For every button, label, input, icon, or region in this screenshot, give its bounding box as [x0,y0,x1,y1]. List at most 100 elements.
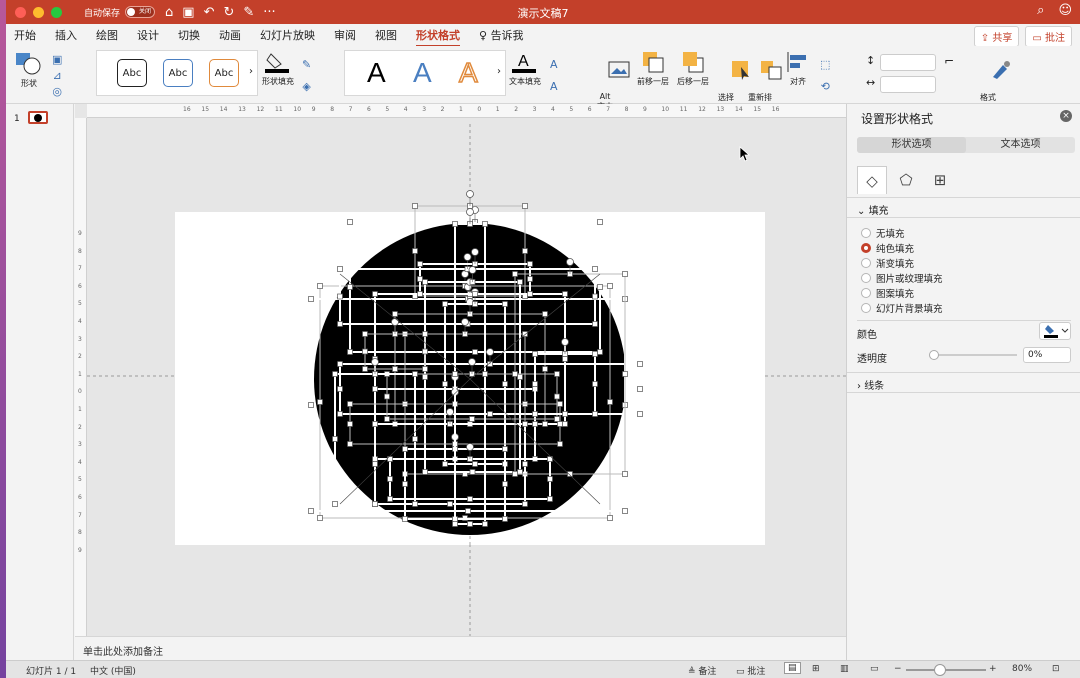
resize-handle[interactable] [347,421,353,427]
resize-handle[interactable] [592,293,598,300]
slide-canvas[interactable] [75,104,846,636]
zoom-handle[interactable] [934,664,946,676]
resize-handle[interactable] [472,349,478,355]
resize-handle[interactable] [337,266,343,272]
resize-handle[interactable] [487,411,493,417]
radio-button[interactable] [861,258,871,268]
slide-thumbnail-1[interactable] [28,111,48,124]
resize-handle[interactable] [337,386,343,392]
resize-handle[interactable] [562,291,568,297]
resize-handle[interactable] [547,496,553,502]
resize-handle[interactable] [567,471,573,477]
resize-handle[interactable] [422,331,428,337]
resize-handle[interactable] [547,476,553,482]
resize-handle[interactable] [512,371,518,377]
resize-handle[interactable] [308,296,314,302]
fill-option-gradient[interactable]: 渐变填充 [861,256,914,270]
rotate-handle-icon[interactable] [371,358,379,366]
resize-handle[interactable] [527,261,533,267]
resize-handle[interactable] [482,221,488,227]
zoom-in-icon[interactable]: + [989,664,997,674]
slideshow-icon[interactable]: ▭ [870,664,879,674]
resize-handle[interactable] [387,496,393,502]
home-icon[interactable]: ⌂ [165,5,173,20]
resize-handle[interactable] [337,293,343,300]
resize-handle[interactable] [562,411,568,417]
resize-handle[interactable] [502,301,508,307]
resize-handle[interactable] [417,291,423,297]
resize-handle[interactable] [317,283,323,289]
resize-handle[interactable] [402,516,408,522]
align-button[interactable]: 对齐 [784,50,812,87]
resize-handle[interactable] [502,381,508,387]
resize-handle[interactable] [532,411,538,417]
resize-handle[interactable] [347,284,353,290]
resize-handle[interactable] [597,284,603,290]
group-rotate[interactable]: ⬚ ⟲ [820,54,830,98]
resize-handle[interactable] [362,348,368,355]
bring-forward-button[interactable]: 前移一层 [634,50,672,87]
autosave-toggle[interactable]: 关闭 [125,6,156,18]
resize-handle[interactable] [392,311,398,317]
resize-handle[interactable] [412,203,418,209]
resize-handle[interactable] [337,361,343,367]
tab-transitions[interactable]: 切换 [178,24,200,46]
account-icon[interactable]: ☺ [1058,3,1072,18]
send-backward-button[interactable]: 后移一层 [674,50,712,87]
resize-handle[interactable] [522,461,528,467]
transparency-slider[interactable] [929,350,1017,360]
rotate-handle-icon[interactable] [471,248,479,256]
resize-handle[interactable] [542,311,548,317]
rotate-handle-icon[interactable] [391,318,399,326]
notes-pane[interactable]: 单击此处添加备注 [75,636,846,660]
fill-line-icon[interactable]: ◇ [857,166,887,194]
shape-fill-button[interactable]: 形状填充 [260,50,296,87]
wordart-style-3[interactable]: A [458,56,478,89]
resize-handle[interactable] [607,515,613,521]
rotate-handle-icon[interactable] [468,266,477,274]
resize-handle[interactable] [452,221,458,227]
wordart-style-1[interactable]: A [367,57,386,89]
resize-handle[interactable] [512,271,518,277]
resize-handle[interactable] [465,508,471,514]
share-button[interactable]: ⇪ 共享 [973,26,1020,47]
edit-shape-tools[interactable]: ▣ ⊿ ◎ [52,52,62,100]
resize-handle[interactable] [452,521,458,527]
text-outline-effects[interactable]: AA [550,54,558,98]
resize-handle[interactable] [317,515,323,521]
resize-handle[interactable] [607,399,613,405]
transparency-input[interactable]: 0% [1023,347,1071,363]
resize-handle[interactable] [592,351,598,357]
resize-handle[interactable] [467,496,473,502]
resize-handle[interactable] [422,374,428,380]
resize-handle[interactable] [452,371,458,377]
resize-handle[interactable] [347,441,353,447]
resize-handle[interactable] [554,371,560,377]
resize-handle[interactable] [347,219,353,225]
fill-option-solid[interactable]: 纯色填充 [861,241,914,255]
resize-handle[interactable] [447,501,453,507]
text-fill-button[interactable]: A 文本填充 [508,50,542,87]
close-window-button[interactable] [15,6,26,18]
wordart-style-2[interactable]: A [413,57,432,89]
resize-handle[interactable] [532,381,538,387]
resize-handle[interactable] [412,371,418,377]
color-picker-button[interactable] [1039,322,1071,340]
resize-handle[interactable] [522,421,528,427]
resize-handle[interactable] [412,248,418,254]
resize-handle[interactable] [482,521,488,527]
resize-handle[interactable] [592,321,598,327]
shape-style-3[interactable]: Abc [209,59,239,87]
shape-height-input[interactable] [880,54,936,71]
resize-handle[interactable] [532,421,538,427]
maximize-window-button[interactable] [51,6,62,18]
resize-handle[interactable] [557,441,563,447]
resize-handle[interactable] [402,446,408,452]
resize-handle[interactable] [622,271,628,277]
rotate-handle-icon[interactable] [463,253,472,261]
notes-toggle[interactable]: ≜ 备注 [688,664,716,677]
tab-shape-format[interactable]: 形状格式 [416,24,460,47]
language-indicator[interactable]: 中文 (中国) [90,664,136,677]
outline-effects[interactable]: ✎ ◈ [302,54,311,98]
tell-me[interactable]: ♀ 告诉我 [479,24,524,46]
